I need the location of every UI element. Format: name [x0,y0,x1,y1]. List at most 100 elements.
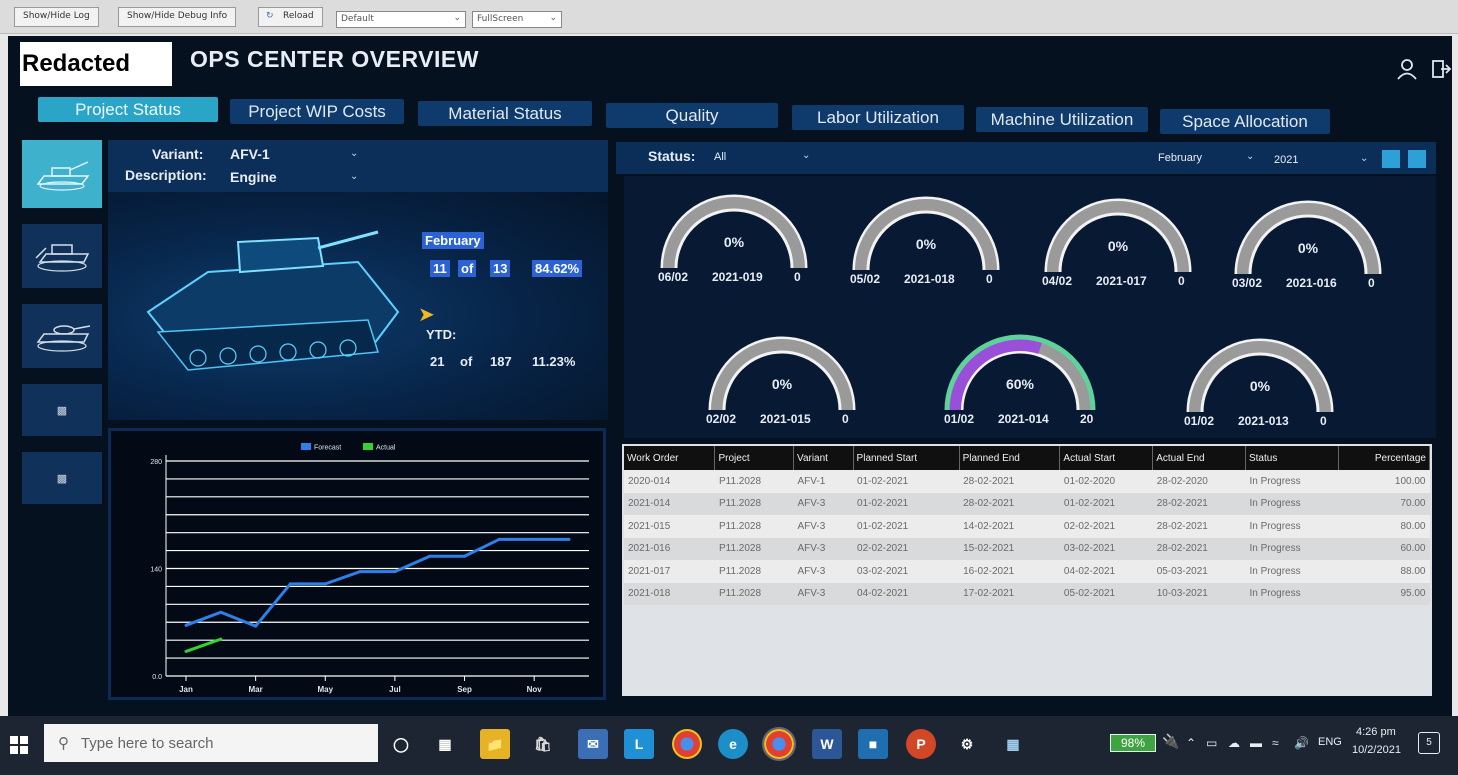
column-header[interactable]: Project [714,446,795,470]
app-blue-icon[interactable]: ■ [858,729,888,759]
logout-icon[interactable] [1430,58,1452,86]
cloud-icon[interactable]: ☁ [1228,736,1240,750]
progress-gauge[interactable]: 0% 01/02 2021-013 0 [1180,328,1340,438]
gauge-arc [1044,198,1192,273]
progress-gauge[interactable]: 60% 01/02 2021-014 20 [940,326,1100,436]
table-row[interactable]: 2021-018 P11.2028 AFV-3 04-02-2021 17-02-202… [624,582,1430,605]
month-select[interactable]: February [1158,152,1202,164]
table-cell: In Progress [1245,560,1339,583]
table-row[interactable]: 2020-014 P11.2028 AFV-1 01-02-2021 28-02-202… [624,470,1430,493]
table-row[interactable]: 2021-014 P11.2028 AFV-3 01-02-2021 28-02-202… [624,492,1430,515]
store-icon[interactable]: 🛍 [528,729,558,759]
status-select[interactable]: All [714,151,726,163]
gauge-count: 20 [1080,412,1094,426]
table-cell: In Progress [1245,515,1339,538]
table-cell: 16-02-2021 [959,560,1060,583]
vehicle-thumbnail-1[interactable] [22,140,102,208]
show-hide-debug-button[interactable]: Show/Hide Debug Info [118,7,237,27]
word-icon[interactable]: W [812,729,842,759]
wifi-icon[interactable]: ≈ [1272,736,1279,750]
y-tick-label: 140 [150,567,162,574]
column-header[interactable]: Percentage [1338,446,1431,470]
chevron-down-icon[interactable]: ⌄ [1246,151,1254,162]
view-select[interactable]: FullScreen ⌄ [472,11,562,28]
gauge-count: 0 [794,270,801,284]
view-toggle-button-1[interactable] [1382,150,1400,168]
user-icon[interactable] [1396,58,1418,86]
table-row[interactable]: 2021-016 P11.2028 AFV-3 02-02-2021 15-02-202… [624,537,1430,560]
device-icon[interactable]: ▭ [1206,736,1217,750]
column-header[interactable]: Work Order [624,446,716,470]
progress-gauge[interactable]: 0% 04/02 2021-017 0 [1038,188,1198,298]
file-explorer-icon[interactable]: 📁 [480,729,510,759]
column-header[interactable]: Planned End [959,446,1061,470]
taskbar-search-input[interactable]: ⚲ Type here to search [44,724,378,762]
chevron-up-icon[interactable]: ⌃ [1186,736,1196,750]
chevron-down-icon[interactable]: ⌄ [350,171,358,182]
column-header[interactable]: Actual End [1152,446,1246,470]
column-header[interactable]: Variant [793,446,854,470]
year-select[interactable]: 2021 [1274,154,1298,166]
description-select[interactable]: Engine [230,169,277,185]
tab-material-status[interactable]: Material Status [418,101,592,126]
column-header[interactable]: Planned Start [853,446,960,470]
tab-labor-utilization[interactable]: Labor Utilization [792,105,964,130]
powerpoint-icon[interactable]: P [906,729,936,759]
show-hide-log-button[interactable]: Show/Hide Log [14,7,99,27]
ytd-total: 187 [490,354,512,369]
browser-toolbar: Show/Hide Log Show/Hide Debug Info ↻ Rel… [0,0,1458,34]
data-point [323,582,327,586]
cortana-icon[interactable]: ◯ [386,729,416,759]
vehicle-thumbnail-3[interactable] [22,304,102,368]
chevron-down-icon[interactable]: ⌄ [802,150,810,161]
gauge-percent: 0% [1297,240,1319,256]
windows-start-icon[interactable] [10,736,28,759]
reload-button[interactable]: ↻ Reload [258,7,323,27]
gauge-date: 01/02 [1184,414,1215,428]
mode-select[interactable]: Default ⌄ [336,11,466,28]
mail-icon[interactable]: ✉ [578,729,608,759]
data-point [428,554,432,558]
broken-image-icon: ▩ [56,404,68,417]
tab-space-allocation[interactable]: Space Allocation [1160,109,1330,134]
volume-icon[interactable]: 🔊 [1294,736,1309,750]
app-l-icon[interactable]: L [624,729,654,759]
gauge-arc [1234,200,1382,275]
vehicle-thumbnail-4[interactable]: ▩ [22,384,102,436]
table-cell: 17-02-2021 [959,582,1060,605]
table-cell: In Progress [1245,582,1339,605]
tab-project-status[interactable]: Project Status [38,97,218,122]
language-indicator[interactable]: ENG [1318,736,1342,748]
vehicle-thumbnail-2[interactable] [22,224,102,288]
tab-machine-utilization[interactable]: Machine Utilization [976,107,1148,132]
edge-icon[interactable]: e [718,729,748,759]
battery-indicator[interactable]: 98% [1110,734,1156,752]
notification-icon[interactable]: 5 [1418,732,1440,754]
app-tool-icon[interactable]: ⚙ [952,729,982,759]
vehicle-panel: February 11 of 13 84.62% ➤ YTD: 21 of 18… [108,192,608,420]
chevron-down-icon[interactable]: ⌄ [1360,153,1368,164]
vehicle-thumbnail-5[interactable]: ▩ [22,452,102,504]
table-cell: 28-02-2021 [1152,537,1246,560]
progress-gauge[interactable]: 0% 03/02 2021-016 0 [1228,190,1388,300]
chrome-active-icon[interactable] [762,727,796,761]
variant-select[interactable]: AFV-1 [230,146,270,162]
progress-gauge[interactable]: 0% 05/02 2021-018 0 [846,186,1006,296]
ytd-label: YTD: [426,327,457,342]
view-toggle-button-2[interactable] [1408,150,1426,168]
chevron-down-icon[interactable]: ⌄ [350,148,358,159]
column-header[interactable]: Actual Start [1059,446,1154,470]
clock-date[interactable]: 10/2/2021 [1352,744,1401,756]
tab-quality[interactable]: Quality [606,103,778,128]
app-book-icon[interactable]: ▦ [998,729,1028,759]
task-view-icon[interactable]: ▦ [430,729,460,759]
battery-icon[interactable]: ▬ [1250,736,1262,750]
clock-time[interactable]: 4:26 pm [1356,726,1396,738]
column-header[interactable]: Status [1245,446,1339,470]
table-row[interactable]: 2021-017 P11.2028 AFV-3 03-02-2021 16-02-202… [624,560,1430,583]
tab-project-wip-costs[interactable]: Project WIP Costs [230,99,404,124]
progress-gauge[interactable]: 0% 02/02 2021-015 0 [702,326,862,436]
chrome-icon[interactable] [672,729,702,759]
table-row[interactable]: 2021-015 P11.2028 AFV-3 01-02-2021 14-02-202… [624,515,1430,538]
progress-gauge[interactable]: 0% 06/02 2021-019 0 [654,184,814,294]
